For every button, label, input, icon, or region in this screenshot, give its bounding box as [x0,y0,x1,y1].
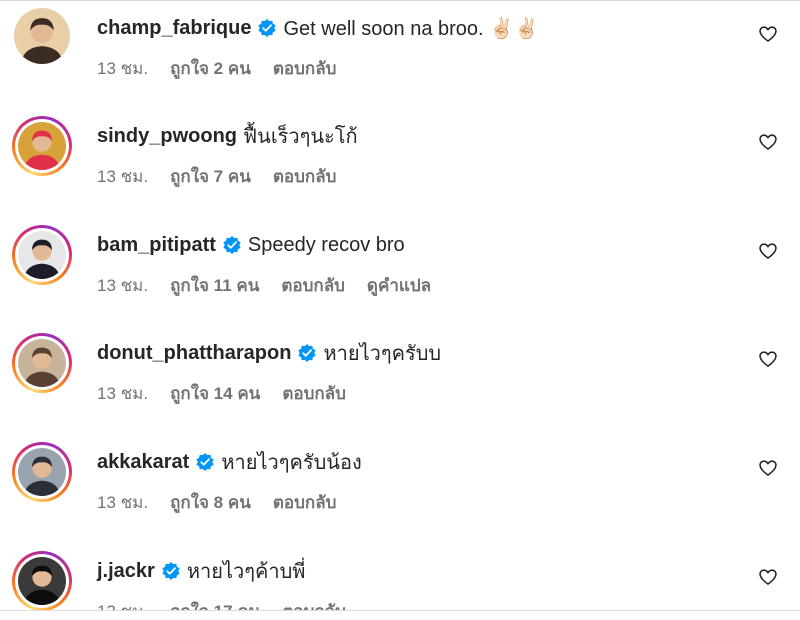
avatar[interactable] [12,551,72,610]
bottom-divider [0,610,800,611]
likes-count-button[interactable]: ถูกใจ 14 คน [170,380,260,407]
username-link[interactable]: j.jackr [97,560,155,583]
avatar-frame [15,554,69,608]
comment-meta: 13 ชม. ถูกใจ 2 คน ตอบกลับ [97,56,358,80]
avatar-image [18,122,66,170]
heart-outline [759,243,777,259]
comment-text: หายไวๆค้าบพี่ [186,561,306,583]
like-heart-icon[interactable] [758,349,778,369]
comment-timestamp[interactable]: 13 ชม. [97,272,148,299]
reply-button[interactable]: ตอบกลับ [273,489,337,516]
reply-button[interactable]: ตอบกลับ [281,272,345,299]
comment-text: Speedy recov bro [247,233,405,256]
heart-outline [759,134,777,150]
comment-meta: 13 ชม. ถูกใจ 11 คน ตอบกลับ ดูคำแปล [97,273,431,297]
comment-text: Get well soon na broo. ✌🏻✌🏻 [283,17,539,40]
avatar-image [14,8,70,64]
avatar[interactable] [12,6,72,66]
comment-item: champ_fabrique Get well soon na broo. ✌🏻✌… [0,0,800,100]
comment-meta: 13 ชม. ถูกใจ 14 คน ตอบกลับ [97,381,368,405]
like-heart-icon[interactable] [758,132,778,152]
comment-header: akkakarat หายไวๆครับน้อง [97,449,362,475]
comment-item: j.jackr หายไวๆค้าบพี่ 13 ชม. ถูกใจ 17 คน ตอบ… [0,543,800,610]
heart-outline [759,351,777,367]
username-link[interactable]: donut_phattharapon [97,342,291,365]
avatar-frame [15,228,69,282]
comment-timestamp[interactable]: 13 ชม. [97,489,148,516]
heart-outline [759,26,777,42]
comment-header: j.jackr หายไวๆค้าบพี่ [97,558,305,584]
comment-header: champ_fabrique Get well soon na broo. ✌🏻✌… [97,15,539,41]
avatar-image [18,557,66,605]
like-heart-icon[interactable] [758,241,778,261]
verified-badge-shape [258,19,277,37]
username-link[interactable]: sindy_pwoong [97,125,237,148]
avatar-image [18,339,66,387]
comment-text: หายไวๆครับบ [323,343,442,365]
verified-badge-icon [162,562,180,580]
comment-item: sindy_pwoong ฟื้นเร็วๆนะโก้ 13 ชม. ถูกใจ 7 … [0,108,800,208]
avatar-frame [14,8,70,64]
verified-badge-icon [223,236,241,254]
comment-meta: 13 ชม. ถูกใจ 8 คน ตอบกลับ [97,490,358,514]
comment-item: bam_pitipatt Speedy recov bro 13 ชม. ถูกใจ … [0,217,800,317]
verified-badge-shape [223,236,241,254]
comment-item: akkakarat หายไวๆครับน้อง 13 ชม. ถูกใจ 8 คน ต… [0,434,800,534]
avatar-frame [15,336,69,390]
comment-header: sindy_pwoong ฟื้นเร็วๆนะโก้ [97,123,358,149]
avatar-frame [15,445,69,499]
likes-count-button[interactable]: ถูกใจ 11 คน [170,272,259,299]
avatar-image [18,448,66,496]
username-link[interactable]: champ_fabrique [97,17,251,40]
username-link[interactable]: akkakarat [97,451,189,474]
comment-header: bam_pitipatt Speedy recov bro [97,232,405,258]
likes-count-button[interactable]: ถูกใจ 7 คน [170,163,251,190]
avatar[interactable] [12,333,72,393]
comment-timestamp[interactable]: 13 ชม. [97,598,148,611]
comment-timestamp[interactable]: 13 ชม. [97,380,148,407]
like-heart-icon[interactable] [758,458,778,478]
verified-badge-icon [298,344,317,362]
likes-count-button[interactable]: ถูกใจ 17 คน [170,598,260,611]
avatar-image [18,231,66,279]
likes-count-button[interactable]: ถูกใจ 8 คน [170,489,251,516]
like-heart-icon[interactable] [758,24,778,44]
comment-timestamp[interactable]: 13 ชม. [97,163,148,190]
heart-outline [759,569,777,585]
reply-button[interactable]: ตอบกลับ [273,55,337,82]
likes-count-button[interactable]: ถูกใจ 2 คน [170,55,251,82]
verified-badge-shape [162,562,180,580]
verified-badge-shape [298,344,317,362]
comment-meta: 13 ชม. ถูกใจ 7 คน ตอบกลับ [97,164,358,188]
reply-button[interactable]: ตอบกลับ [282,380,346,407]
comment-list: champ_fabrique Get well soon na broo. ✌🏻✌… [0,0,800,610]
verified-badge-icon [196,453,214,471]
heart-outline [759,460,777,476]
reply-button[interactable]: ตอบกลับ [282,598,346,611]
comment-timestamp[interactable]: 13 ชม. [97,55,148,82]
avatar-frame [15,119,69,173]
verified-badge-icon [258,19,277,37]
comment-meta: 13 ชม. ถูกใจ 17 คน ตอบกลับ [97,598,368,611]
comment-item: donut_phattharapon หายไวๆครับบ 13 ชม. ถูกใจ… [0,325,800,425]
avatar[interactable] [12,442,72,502]
comment-header: donut_phattharapon หายไวๆครับบ [97,340,441,366]
verified-badge-shape [196,453,214,471]
avatar[interactable] [12,225,72,285]
avatar[interactable] [12,116,72,176]
comment-text: หายไวๆครับน้อง [221,452,362,474]
username-link[interactable]: bam_pitipatt [97,234,216,257]
reply-button[interactable]: ตอบกลับ [273,163,337,190]
see-translation-button[interactable]: ดูคำแปล [367,272,431,299]
comment-text: ฟื้นเร็วๆนะโก้ [243,126,358,148]
like-heart-icon[interactable] [758,567,778,587]
